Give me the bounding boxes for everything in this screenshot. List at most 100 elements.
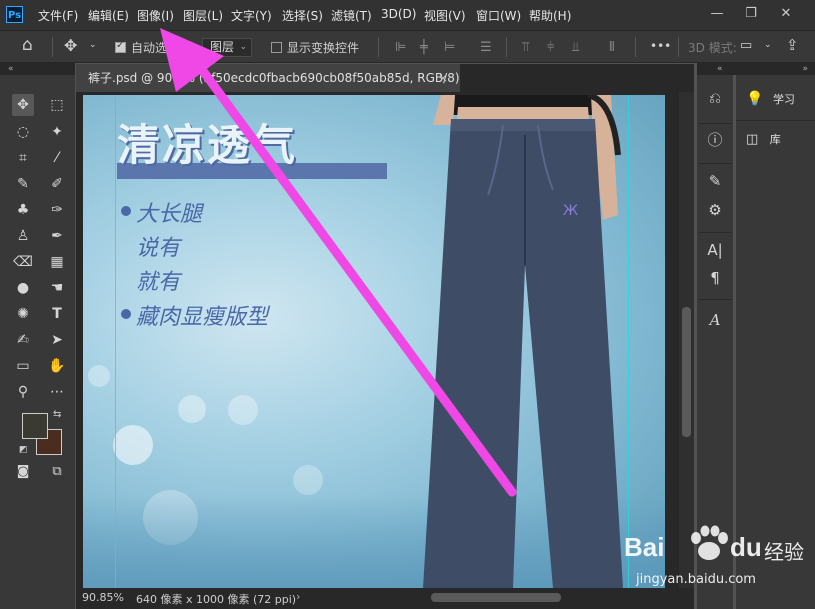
align-top-icon[interactable]: ⫪ xyxy=(522,40,529,55)
waistband xyxy=(451,119,595,131)
zoom-tool-icon[interactable]: ⚲ xyxy=(12,381,34,403)
pencil-icon[interactable]: ✐ xyxy=(46,173,68,195)
restore-button[interactable]: ❐ xyxy=(742,5,760,23)
more-tools-icon[interactable]: ⋯ xyxy=(46,381,68,403)
menu-image[interactable]: 图像(I) xyxy=(137,7,174,24)
vertical-scrollbar[interactable] xyxy=(679,92,694,588)
screen-mode-icon[interactable]: ⧉ xyxy=(46,461,68,483)
panel-header[interactable]: «» xyxy=(697,63,815,75)
gradient-icon[interactable]: ▦ xyxy=(46,251,68,273)
menu-bar: Ps 文件(F) 编辑(E) 图像(I) 图层(L) 文字(Y) 选择(S) 滤… xyxy=(0,0,815,30)
type-tool-icon[interactable]: T xyxy=(46,303,68,325)
dodge-icon[interactable]: ✺ xyxy=(12,303,34,325)
eraser-icon[interactable]: ⌫ xyxy=(12,251,34,273)
collapse-icon[interactable]: « xyxy=(8,64,14,74)
menu-view[interactable]: 视图(V) xyxy=(424,7,466,24)
align-middle-icon[interactable]: ⫩ xyxy=(547,40,554,55)
collapse-icon[interactable]: » xyxy=(802,63,808,75)
history-brush-icon[interactable]: ✒ xyxy=(46,225,68,247)
menu-edit[interactable]: 编辑(E) xyxy=(88,7,129,24)
photoshop-logo[interactable]: Ps xyxy=(6,6,23,23)
chevron-down-icon[interactable]: ⌄ xyxy=(764,40,772,50)
align-center-icon[interactable]: ╪ xyxy=(420,40,428,55)
brush-panel-icon[interactable]: ✎ xyxy=(704,170,726,192)
watermark-url: jingyan.baidu.com xyxy=(636,572,756,587)
pants xyxy=(423,119,623,588)
distribute-vertical-icon[interactable]: ⦀ xyxy=(609,40,615,55)
learn-label: 学习 xyxy=(772,93,795,106)
distribute-icon[interactable]: ☰ xyxy=(480,40,492,55)
auto-select-checkbox[interactable] xyxy=(115,40,126,53)
history-panel-icon[interactable]: ⎌ xyxy=(704,87,726,109)
healing-brush-icon[interactable]: ✎ xyxy=(12,173,34,195)
blur-icon[interactable]: ● xyxy=(12,277,34,299)
clone-stamp-icon[interactable]: ♣ xyxy=(12,199,34,221)
document-info[interactable]: 640 像素 x 1000 像素 (72 ppi) xyxy=(136,591,296,607)
close-tab-icon[interactable]: × xyxy=(438,64,448,92)
divider xyxy=(699,163,731,164)
collapse-icon[interactable]: « xyxy=(717,64,723,74)
divider xyxy=(736,120,815,121)
crop-tool-icon[interactable]: ⌗ xyxy=(12,147,34,169)
bokeh-light xyxy=(88,365,110,387)
status-menu-icon[interactable]: › xyxy=(296,590,300,603)
vertical-scroll-thumb[interactable] xyxy=(682,307,691,437)
hand-tool-icon[interactable]: ✋ xyxy=(46,355,68,377)
move-tool-icon[interactable]: ✥ xyxy=(12,94,34,116)
lasso-tool-icon[interactable]: ◌ xyxy=(12,121,34,143)
library-panel-button[interactable]: ◫ 库 xyxy=(742,128,814,152)
menu-file[interactable]: 文件(F) xyxy=(38,7,78,24)
marquee-tool-icon[interactable]: ⬚ xyxy=(46,94,68,116)
character-panel-icon[interactable]: A| xyxy=(704,239,726,261)
share-icon[interactable]: ⇪ xyxy=(786,36,799,54)
smudge-icon[interactable]: ☚ xyxy=(46,277,68,299)
home-icon[interactable]: ⌂ xyxy=(22,35,33,55)
menu-select[interactable]: 选择(S) xyxy=(282,7,323,24)
align-right-icon[interactable]: ⊨ xyxy=(444,40,455,55)
bokeh-light xyxy=(178,395,206,423)
info-panel-icon[interactable]: ⓘ xyxy=(704,129,726,151)
more-options-button[interactable]: ••• xyxy=(650,39,671,53)
3d-orbit-icon[interactable]: ▭ xyxy=(740,38,752,53)
layer-dropdown[interactable]: 图层 ⌄ xyxy=(202,38,252,57)
move-tool-icon[interactable]: ✥ xyxy=(64,36,77,55)
divider xyxy=(678,37,679,57)
canvas-area[interactable]: 清凉透气 大长腿 说有 就有 藏肉显瘦版型 Ж xyxy=(76,92,679,588)
minimize-button[interactable]: — xyxy=(708,5,726,23)
show-transform-checkbox[interactable] xyxy=(271,42,282,53)
align-left-icon[interactable]: ⊫ xyxy=(395,40,406,55)
divider xyxy=(699,123,731,124)
toolbar-header[interactable]: « xyxy=(0,63,75,75)
quick-mask-icon[interactable]: ◙ xyxy=(12,461,34,483)
adjustments-panel-icon[interactable]: ⚙ xyxy=(704,199,726,221)
bokeh-light xyxy=(113,425,153,465)
stamp-icon[interactable]: ♙ xyxy=(12,225,34,247)
bullet-text: 藏肉显瘦版型 xyxy=(136,305,269,330)
glyphs-panel-icon[interactable]: A xyxy=(704,309,726,331)
paragraph-panel-icon[interactable]: ¶ xyxy=(704,267,726,289)
document-canvas[interactable]: 清凉透气 大长腿 说有 就有 藏肉显瘦版型 Ж xyxy=(83,95,665,588)
menu-window[interactable]: 窗口(W) xyxy=(476,7,521,24)
magic-wand-icon[interactable]: ✦ xyxy=(46,121,68,143)
document-tab[interactable]: 裤子.psd @ 90.8% (5f50ecdc0fbacb690cb08f50… xyxy=(76,64,460,92)
menu-help[interactable]: 帮助(H) xyxy=(529,7,571,24)
menu-type[interactable]: 文字(Y) xyxy=(231,7,272,24)
chevron-down-icon: ⌄ xyxy=(239,42,247,52)
zoom-level[interactable]: 90.85% xyxy=(82,591,124,604)
default-colors-icon[interactable]: ◩ xyxy=(19,445,28,455)
align-bottom-icon[interactable]: ⫫ xyxy=(572,40,579,55)
chevron-down-icon[interactable]: ⌄ xyxy=(89,40,97,50)
eyedropper-icon[interactable]: ⁄ xyxy=(46,147,68,169)
pen-tool-icon[interactable]: ✍ xyxy=(12,329,34,351)
close-button[interactable]: ✕ xyxy=(777,5,795,23)
path-select-icon[interactable]: ➤ xyxy=(46,329,68,351)
menu-3d[interactable]: 3D(D) xyxy=(381,7,416,21)
foreground-color-swatch[interactable] xyxy=(22,413,48,439)
menu-layer[interactable]: 图层(L) xyxy=(183,7,223,24)
horizontal-scroll-thumb[interactable] xyxy=(431,593,561,602)
brush-icon[interactable]: ✑ xyxy=(46,199,68,221)
menu-filter[interactable]: 滤镜(T) xyxy=(331,7,372,24)
rectangle-tool-icon[interactable]: ▭ xyxy=(12,355,34,377)
swap-colors-icon[interactable]: ⇆ xyxy=(53,409,61,420)
learn-panel-button[interactable]: 💡 学习 xyxy=(742,87,814,111)
